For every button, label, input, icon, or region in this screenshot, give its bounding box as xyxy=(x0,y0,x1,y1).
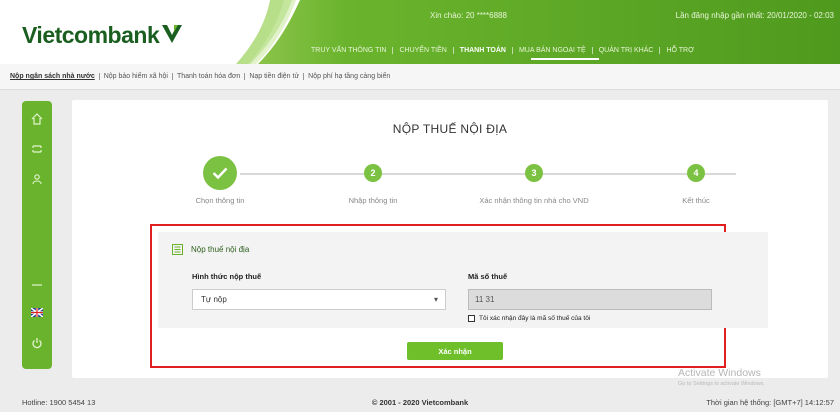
header-user-info: Xin chào: 20 ****6888 Lần đăng nhập gần … xyxy=(430,11,834,23)
stepper-track xyxy=(240,173,736,175)
method-label: Hình thức nộp thuế xyxy=(192,272,262,281)
subnav-ngan-sach[interactable]: Nộp ngân sách nhà nước xyxy=(6,73,99,80)
chevron-down-icon: ▾ xyxy=(433,295,438,304)
active-nav-indicator xyxy=(531,58,599,60)
tax-code-value: 11 31 xyxy=(475,295,495,304)
nav-truy-van[interactable]: TRUY VẤN THÔNG TIN xyxy=(305,47,392,54)
power-icon[interactable] xyxy=(29,335,45,351)
method-select-value: Tự nộp xyxy=(201,295,227,304)
subnav-cang-bien[interactable]: Nộp phí hạ tầng cảng biển xyxy=(303,73,394,80)
last-login: Lần đăng nhập gần nhất: 20/01/2020 - 02:… xyxy=(675,11,834,20)
dash-icon xyxy=(29,277,45,293)
windows-activation-subtitle: Go to Settings to activate Windows. xyxy=(678,381,765,387)
subnav-nap-tien[interactable]: Nạp tiền điện tử xyxy=(244,73,303,80)
step-4-circle: 4 xyxy=(687,164,705,182)
nav-quan-tri-khac[interactable]: QUẢN TRỊ KHÁC xyxy=(591,46,660,54)
windows-activation-watermark: Activate Windows xyxy=(678,367,761,379)
step-1-check-icon xyxy=(203,156,237,190)
tax-code-input[interactable]: 11 31 xyxy=(468,289,712,310)
footer: Hotline: 1900 5454 13 © 2001 - 2020 Viet… xyxy=(0,392,840,412)
confirm-checkbox[interactable] xyxy=(468,315,475,322)
confirm-checkbox-row[interactable]: Tôi xác nhận đây là mã số thuế của tôi xyxy=(468,315,590,322)
nav-chuyen-tien[interactable]: CHUYỂN TIỀN xyxy=(392,46,452,54)
logo-mark-icon xyxy=(162,24,183,43)
step-1-label: Chọn thông tin xyxy=(195,196,245,205)
nav-mua-ban-ngoai-te[interactable]: MUA BÁN NGOẠI TỆ xyxy=(511,46,592,54)
menu-icon[interactable] xyxy=(29,141,45,157)
step-3-circle: 3 xyxy=(525,164,543,182)
sub-nav: Nộp ngân sách nhà nước Nộp bảo hiểm xã h… xyxy=(0,64,840,90)
confirm-button[interactable]: Xác nhận xyxy=(407,342,503,360)
nav-thanh-toan[interactable]: THANH TOÁN xyxy=(452,46,512,54)
subnav-bao-hiem[interactable]: Nộp bảo hiểm xã hội xyxy=(98,73,172,80)
confirm-text: Tôi xác nhận đây là mã số thuế của tôi xyxy=(479,315,591,322)
server-time: Thời gian hệ thống: [GMT+7] 14:12:57 xyxy=(706,398,834,407)
user-greeting: Xin chào: 20 ****6888 xyxy=(430,11,507,20)
form-heading-text: Nộp thuế nội địa xyxy=(191,245,250,254)
sidebar xyxy=(22,101,52,369)
stepper: 2 3 4 Chọn thông tin Nhập thông tin Xác … xyxy=(72,148,828,208)
page-title: NỘP THUẾ NỘI ĐỊA xyxy=(392,122,508,136)
top-nav: TRUY VẤN THÔNG TIN CHUYỂN TIỀN THANH TOÁ… xyxy=(305,43,840,57)
logo-text: Vietcombank xyxy=(22,22,160,48)
tax-form-highlight: Nộp thuế nội địa Hình thức nộp thuế Tự n… xyxy=(150,224,768,368)
uk-flag-icon[interactable] xyxy=(29,304,45,320)
list-icon xyxy=(172,244,183,255)
header: Vietcombank Xin chào: 20 ****6888 Lần đă… xyxy=(0,0,840,64)
nav-ho-tro[interactable]: HỖ TRỢ xyxy=(659,46,700,54)
method-select[interactable]: Tự nộp ▾ xyxy=(192,289,446,310)
tax-form-panel: Nộp thuế nội địa Hình thức nộp thuế Tự n… xyxy=(158,232,768,328)
tax-code-label: Mã số thuế xyxy=(468,272,508,281)
step-2-circle: 2 xyxy=(364,164,382,182)
step-3-label: Xác nhận thông tin nhà cho VND xyxy=(479,196,589,205)
form-heading: Nộp thuế nội địa xyxy=(172,244,249,255)
vietcombank-logo[interactable]: Vietcombank xyxy=(22,22,183,49)
step-4-label: Kết thúc xyxy=(682,196,710,205)
user-icon[interactable] xyxy=(29,171,45,187)
home-icon[interactable] xyxy=(29,111,45,127)
step-2-label: Nhập thông tin xyxy=(348,196,398,205)
subnav-hoa-don[interactable]: Thanh toán hóa đơn xyxy=(171,73,244,80)
